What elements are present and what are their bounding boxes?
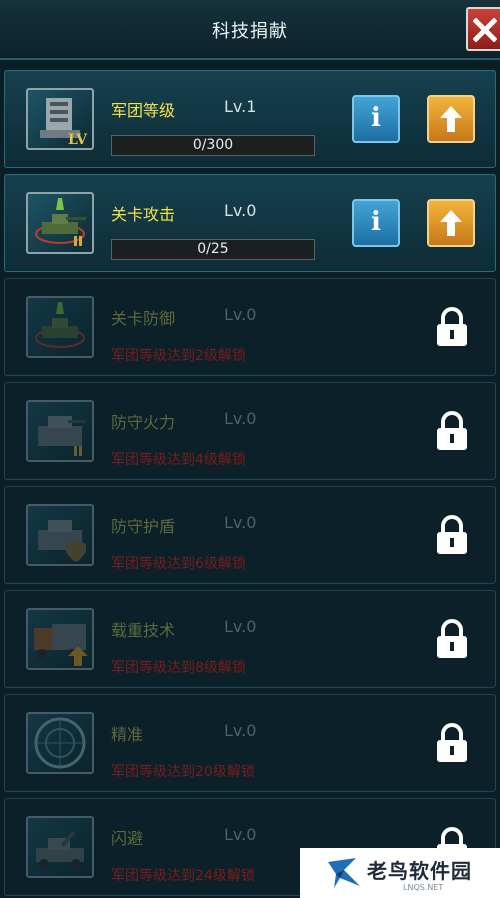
- progress-text: 0/300: [192, 137, 234, 153]
- tech-name: 防守火力: [111, 413, 176, 432]
- unlock-requirement: 军团等级达到2级解锁: [111, 348, 246, 364]
- lock-icon: [437, 619, 467, 658]
- lock-icon: [437, 515, 467, 554]
- tech-item-legion-level: LV 军团等级 Lv.1 0/300 i: [4, 70, 496, 168]
- tech-name: 关卡防御: [111, 309, 176, 328]
- unlock-requirement: 军团等级达到6级解锁: [111, 556, 246, 572]
- unlock-requirement: 军团等级达到4级解锁: [111, 452, 246, 468]
- tech-name: 载重技术: [111, 621, 176, 640]
- unlock-requirement: 军团等级达到20级解锁: [111, 764, 255, 780]
- upgrade-button[interactable]: [427, 95, 475, 143]
- tech-level: Lv.0: [224, 825, 257, 844]
- progress-bar: 0/25: [111, 239, 315, 260]
- tech-level: Lv.0: [224, 513, 257, 532]
- tech-item-defense-shield: 防守护盾 Lv.0 军团等级达到6级解锁: [4, 486, 496, 584]
- unlock-requirement: 军团等级达到8级解锁: [111, 660, 246, 676]
- tank-defense-icon: [26, 296, 94, 358]
- info-i-icon: i: [371, 207, 381, 237]
- radar-precision-icon: [26, 712, 94, 774]
- title-bar: 科技捐献: [0, 0, 500, 60]
- tech-item-stage-defense: 关卡防御 Lv.0 军团等级达到2级解锁: [4, 278, 496, 376]
- info-button[interactable]: i: [352, 199, 400, 247]
- tank-attack-icon: [26, 192, 94, 254]
- tech-name: 精准: [111, 725, 144, 744]
- lock-icon: [437, 411, 467, 450]
- tech-item-stage-attack: 关卡攻击 Lv.0 0/25 i: [4, 174, 496, 272]
- tech-item-precision: 精准 Lv.0 军团等级达到20级解锁: [4, 694, 496, 792]
- tech-level: Lv.0: [224, 617, 257, 636]
- close-button[interactable]: [466, 7, 500, 51]
- up-arrow-icon: [440, 210, 462, 236]
- bunker-shield-icon: [26, 504, 94, 566]
- armored-building-lv-icon: LV: [26, 88, 94, 150]
- tech-level: Lv.1: [224, 97, 257, 116]
- tech-item-defense-firepower: 防守火力 Lv.0 军团等级达到4级解锁: [4, 382, 496, 480]
- unlock-requirement: 军团等级达到24级解锁: [111, 868, 255, 884]
- tech-name: 防守护盾: [111, 517, 176, 536]
- svg-text:LV: LV: [68, 132, 88, 148]
- tech-level: Lv.0: [224, 409, 257, 428]
- watermark-text: 老鸟软件园: [367, 859, 472, 883]
- truck-load-icon: [26, 608, 94, 670]
- lock-icon: [437, 307, 467, 346]
- tech-name: 关卡攻击: [111, 205, 176, 224]
- lock-icon: [437, 723, 467, 762]
- tech-level: Lv.0: [224, 201, 257, 220]
- tech-name: 军团等级: [111, 101, 176, 120]
- page-title: 科技捐献: [212, 21, 288, 42]
- tech-level: Lv.0: [224, 305, 257, 324]
- close-x-icon: [473, 18, 497, 42]
- watermark-sub: LNQS.NET: [403, 883, 444, 892]
- tech-item-load-tech: 载重技术 Lv.0 军团等级达到8级解锁: [4, 590, 496, 688]
- info-button[interactable]: i: [352, 95, 400, 143]
- bunker-firepower-icon: [26, 400, 94, 462]
- tech-name: 闪避: [111, 829, 144, 848]
- artillery-evade-icon: [26, 816, 94, 878]
- progress-text: 0/25: [197, 241, 229, 257]
- info-i-icon: i: [371, 103, 381, 133]
- bird-logo-icon: [328, 858, 360, 888]
- upgrade-button[interactable]: [427, 199, 475, 247]
- tech-level: Lv.0: [224, 721, 257, 740]
- progress-bar: 0/300: [111, 135, 315, 156]
- up-arrow-icon: [440, 106, 462, 132]
- site-watermark: 老鸟软件园 LNQS.NET: [300, 848, 500, 898]
